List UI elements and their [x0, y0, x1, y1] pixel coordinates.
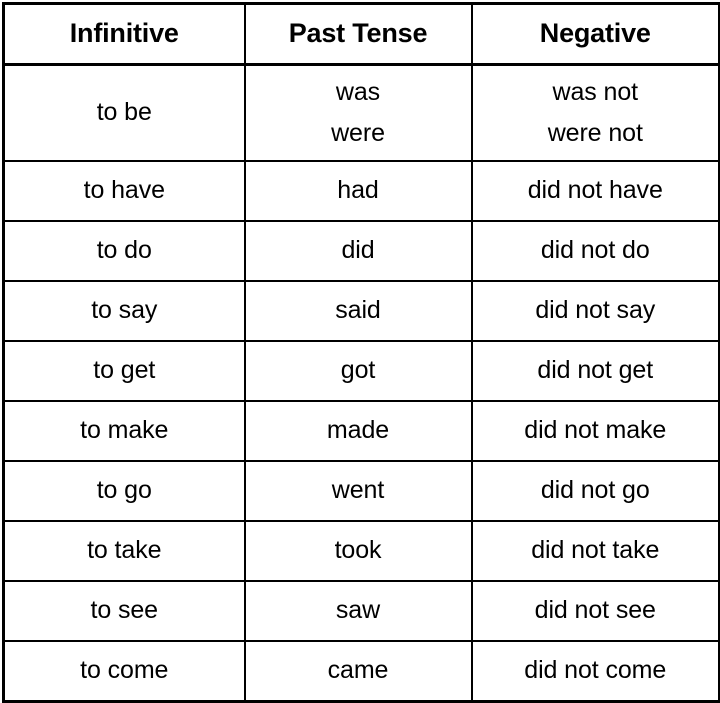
- cell-infinitive: to make: [2, 400, 246, 462]
- cell-infinitive: to come: [2, 640, 246, 703]
- negative-line: did not have: [527, 176, 663, 205]
- negative-lines: did not make: [477, 416, 715, 446]
- cell-negative: was not were not: [470, 63, 720, 162]
- table-row: to go went did not go: [2, 460, 720, 522]
- cell-infinitive: to have: [2, 160, 246, 222]
- cell-past-tense: made: [243, 400, 473, 462]
- cell-negative: did not do: [470, 220, 720, 282]
- cell-negative: did not see: [470, 580, 720, 642]
- negative-line: did not come: [524, 656, 667, 685]
- table-row: to take took did not take: [2, 520, 720, 582]
- cell-infinitive: to take: [2, 520, 246, 582]
- negative-lines: did not see: [477, 596, 715, 626]
- verb-table-container: Infinitive Past Tense Negative to be was w…: [0, 0, 720, 703]
- past-tense-lines: took: [250, 536, 467, 566]
- past-tense-line: saw: [335, 596, 381, 625]
- table-row: to have had did not have: [2, 160, 720, 222]
- cell-infinitive: to get: [2, 340, 246, 402]
- column-header-past-tense: Past Tense: [243, 2, 473, 66]
- cell-past-tense: had: [243, 160, 473, 222]
- table-header: Infinitive Past Tense Negative: [2, 2, 720, 66]
- irregular-verbs-table: Infinitive Past Tense Negative to be was w…: [2, 2, 720, 703]
- negative-line: did not go: [540, 476, 650, 505]
- past-tense-line: were: [331, 118, 385, 147]
- table-row: to be was were was not were not: [2, 63, 720, 162]
- negative-line: was not: [552, 78, 639, 106]
- cell-infinitive: to see: [2, 580, 246, 642]
- cell-negative: did not say: [470, 280, 720, 342]
- past-tense-lines: came: [250, 656, 467, 686]
- past-tense-lines: made: [250, 416, 467, 446]
- past-tense-line: made: [326, 416, 390, 445]
- past-tense-line: had: [337, 176, 379, 205]
- table-body: to be was were was not were not to have had did…: [2, 63, 720, 703]
- past-tense-line: went: [331, 476, 385, 505]
- cell-infinitive: to do: [2, 220, 246, 282]
- past-tense-lines: went: [250, 476, 467, 506]
- past-tense-line: took: [334, 536, 382, 565]
- negative-line: did not take: [531, 536, 660, 565]
- past-tense-line: said: [335, 296, 381, 325]
- negative-line: did not make: [524, 416, 667, 445]
- past-tense-line: got: [340, 356, 376, 385]
- past-tense-lines: said: [250, 296, 467, 326]
- cell-past-tense: came: [243, 640, 473, 703]
- cell-past-tense: got: [243, 340, 473, 402]
- negative-lines: did not say: [477, 296, 715, 326]
- negative-line: did not say: [535, 296, 656, 325]
- past-tense-lines: was were: [250, 78, 467, 148]
- table-row: to do did did not do: [2, 220, 720, 282]
- cell-past-tense: said: [243, 280, 473, 342]
- negative-line: did not do: [540, 236, 650, 265]
- past-tense-line: did: [341, 236, 375, 265]
- cell-past-tense: was were: [243, 63, 473, 162]
- cell-negative: did not go: [470, 460, 720, 522]
- negative-line: did not get: [537, 356, 654, 385]
- table-row: to see saw did not see: [2, 580, 720, 642]
- past-tense-lines: did: [250, 236, 467, 266]
- negative-lines: was not were not: [477, 78, 715, 148]
- past-tense-line: came: [327, 656, 389, 685]
- negative-line: did not see: [534, 596, 656, 625]
- negative-line: were not: [547, 118, 643, 147]
- negative-lines: did not take: [477, 536, 715, 566]
- table-row: to make made did not make: [2, 400, 720, 462]
- table-header-row: Infinitive Past Tense Negative: [2, 2, 720, 66]
- past-tense-lines: got: [250, 356, 467, 386]
- past-tense-lines: had: [250, 176, 467, 206]
- cell-past-tense: took: [243, 520, 473, 582]
- cell-negative: did not get: [470, 340, 720, 402]
- cell-past-tense: went: [243, 460, 473, 522]
- cell-negative: did not come: [470, 640, 720, 703]
- cell-infinitive: to be: [2, 63, 246, 162]
- past-tense-lines: saw: [250, 596, 467, 626]
- table-row: to get got did not get: [2, 340, 720, 402]
- past-tense-line: was: [335, 78, 381, 106]
- table-row: to say said did not say: [2, 280, 720, 342]
- column-header-negative: Negative: [470, 2, 720, 66]
- cell-infinitive: to say: [2, 280, 246, 342]
- column-header-infinitive: Infinitive: [2, 2, 246, 66]
- cell-infinitive: to go: [2, 460, 246, 522]
- negative-lines: did not go: [477, 476, 715, 506]
- negative-lines: did not come: [477, 656, 715, 686]
- negative-lines: did not have: [477, 176, 715, 206]
- cell-negative: did not take: [470, 520, 720, 582]
- negative-lines: did not get: [477, 356, 715, 386]
- cell-past-tense: saw: [243, 580, 473, 642]
- cell-negative: did not have: [470, 160, 720, 222]
- cell-past-tense: did: [243, 220, 473, 282]
- negative-lines: did not do: [477, 236, 715, 266]
- table-row: to come came did not come: [2, 640, 720, 703]
- cell-negative: did not make: [470, 400, 720, 462]
